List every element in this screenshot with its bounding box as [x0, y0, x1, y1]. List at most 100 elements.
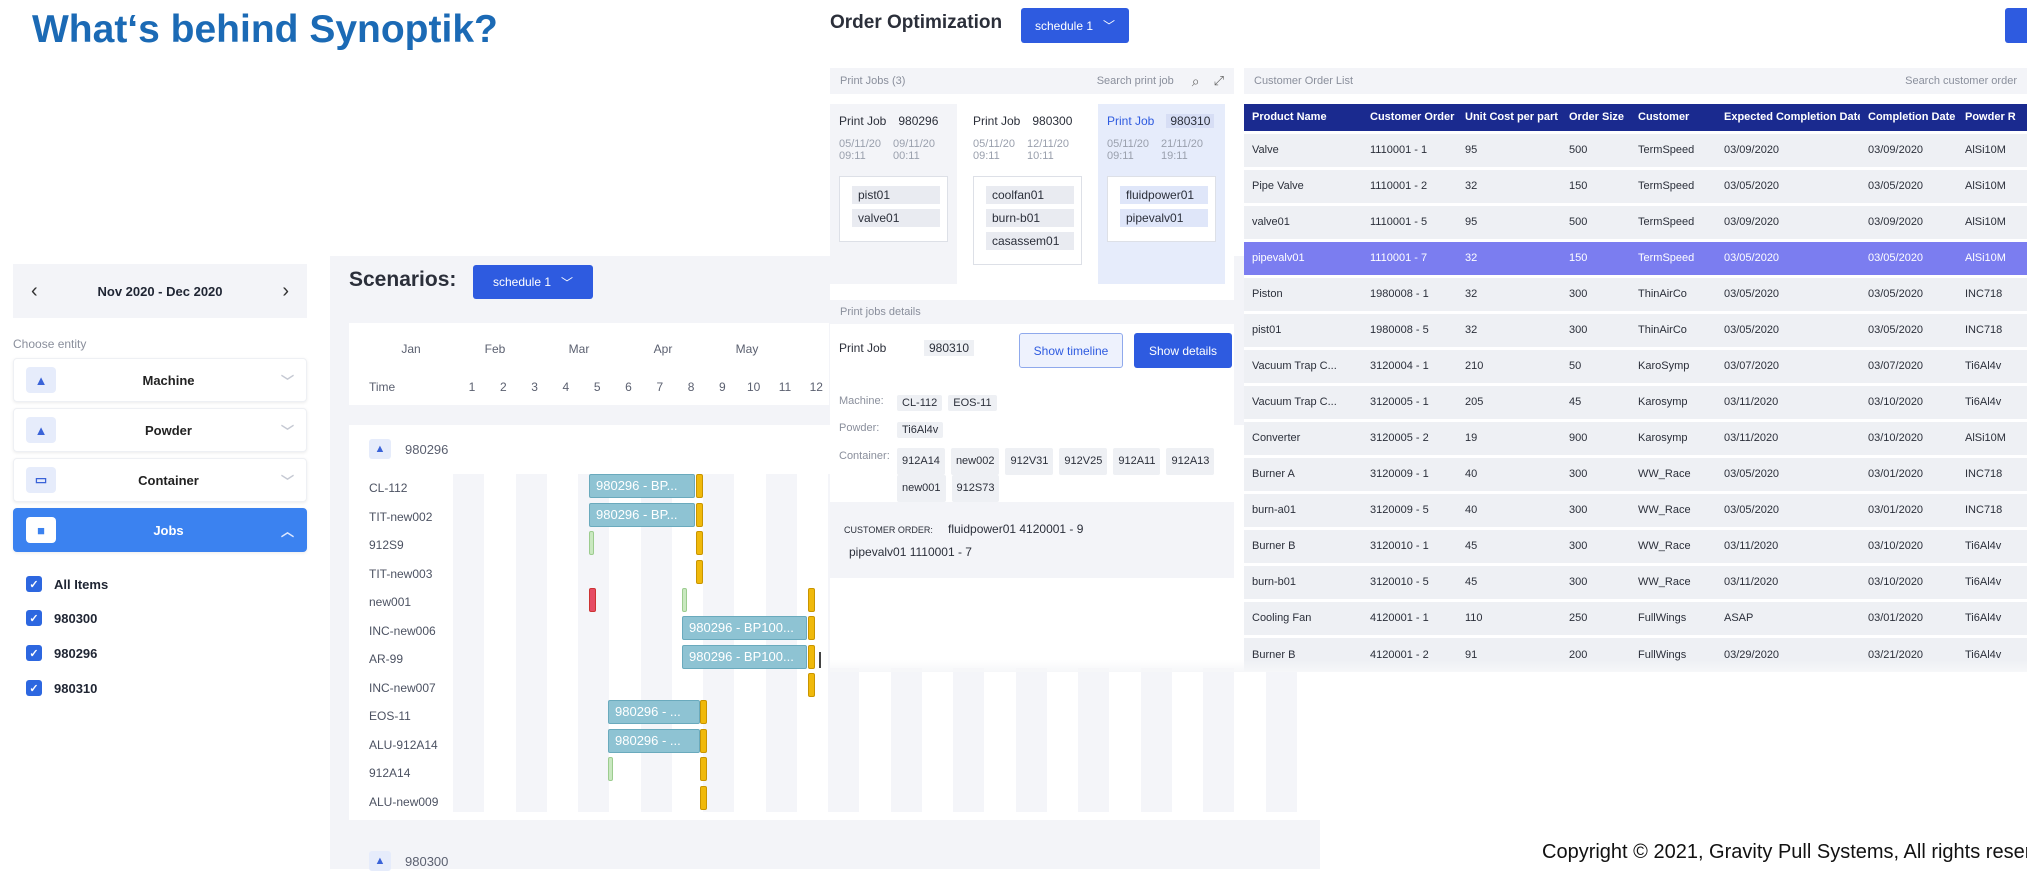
gantt-bar[interactable]: 980296 - BP100...	[682, 645, 807, 669]
table-row[interactable]: Vacuum Trap C... 3120004 - 1 210 50 KaroSymp…	[1244, 346, 2027, 384]
table-cell: ThinAirCo	[1630, 310, 1716, 348]
print-job-id: 980300	[1032, 114, 1073, 128]
part-list: coolfan01 burn-b01 casassem01	[973, 176, 1082, 266]
gantt-bar[interactable]: 980296 - BP...	[589, 503, 695, 527]
gantt-marker[interactable]	[589, 588, 596, 612]
part-item[interactable]: fluidpower01	[1120, 186, 1208, 205]
gantt-bar[interactable]: 980296 - ...	[608, 700, 700, 724]
column-header[interactable]: Order Size	[1561, 104, 1630, 132]
gantt-marker[interactable]	[696, 560, 703, 584]
table-row[interactable]: valve01 1110001 - 5 95 500 TermSpeed 03/09/20…	[1244, 202, 2027, 240]
entity-container[interactable]: ▭ Container ﹀	[13, 458, 307, 502]
show-details-button[interactable]: Show details	[1134, 333, 1232, 368]
day-label: 3	[531, 380, 538, 394]
checkbox-980296[interactable]: ✓ 980296	[26, 645, 97, 661]
container-chips: 912A14 new002 912V31 912V25 912A11 912A13 new0…	[897, 448, 1227, 502]
header-button[interactable]	[2005, 8, 2027, 43]
end-time: 10:11	[1027, 150, 1054, 163]
column-header[interactable]: Unit Cost per part	[1457, 104, 1561, 132]
table-row[interactable]: Cooling Fan 4120001 - 1 110 250 FullWings ASA…	[1244, 598, 2027, 636]
column-header[interactable]: Completion Date	[1860, 104, 1957, 132]
table-cell: Ti6Al4v	[1957, 598, 2027, 636]
part-item[interactable]: coolfan01	[986, 186, 1074, 205]
table-row[interactable]: Burner B 3120010 - 1 45 300 WW_Race 03/11/202…	[1244, 526, 2027, 564]
gantt-marker[interactable]	[700, 700, 707, 724]
print-job-card-selected[interactable]: Print Job 980310 05/11/20 09:11 21/11/20 19:…	[1098, 104, 1225, 284]
table-row[interactable]: Valve 1110001 - 1 95 500 TermSpeed 03/09/2020…	[1244, 130, 2027, 168]
gantt-bar[interactable]: 980296 - BP...	[589, 474, 695, 498]
prev-arrow-icon[interactable]: ‹	[31, 280, 38, 303]
part-item[interactable]: pist01	[852, 186, 940, 205]
search-icon[interactable]: ⌕	[1192, 73, 1200, 90]
table-row[interactable]: Burner A 3120009 - 1 40 300 WW_Race 03/05/202…	[1244, 454, 2027, 492]
gantt-marker[interactable]	[808, 645, 815, 669]
table-cell: 32	[1457, 238, 1561, 276]
gantt-marker[interactable]	[696, 531, 703, 555]
gantt-bar[interactable]: 980296 - ...	[608, 729, 700, 753]
table-row[interactable]: burn-b01 3120010 - 5 45 300 WW_Race 03/11/202…	[1244, 562, 2027, 600]
table-cell: 3120009 - 1	[1362, 454, 1457, 492]
table-row[interactable]: pist01 1980008 - 5 32 300 ThinAirCo 03/05/202…	[1244, 310, 2027, 348]
part-item[interactable]: pipevalv01	[1120, 209, 1208, 228]
gantt-marker[interactable]	[682, 588, 687, 612]
print-job-card[interactable]: Print Job 980300 05/11/20 09:11 12/11/20 10:…	[964, 104, 1091, 284]
table-row-selected[interactable]: pipevalv01 1110001 - 7 32 150 TermSpeed 03/05…	[1244, 238, 2027, 276]
table-cell: 300	[1561, 490, 1630, 528]
gantt-marker[interactable]	[700, 786, 707, 810]
part-item[interactable]: casassem01	[986, 232, 1074, 251]
checkbox-980310[interactable]: ✓ 980310	[26, 680, 97, 696]
powder-chip: Ti6Al4v	[897, 422, 944, 438]
start-date: 05/11/20	[1107, 138, 1150, 150]
schedule-select[interactable]: schedule 1 ﹀	[1021, 8, 1129, 43]
expand-icon[interactable]: ⤢	[1214, 73, 1224, 89]
gantt-marker[interactable]	[700, 757, 707, 781]
gantt-column	[515, 474, 547, 812]
table-cell: 300	[1561, 562, 1630, 600]
gantt-marker[interactable]	[696, 474, 703, 498]
entity-jobs[interactable]: ■ Jobs ︿	[13, 508, 307, 552]
checkbox-all-items[interactable]: ✓ All Items	[26, 576, 108, 592]
month-label: Mar	[568, 342, 590, 356]
table-cell: 03/01/2020	[1860, 598, 1957, 636]
job-group-header[interactable]: ▲ 980296	[369, 439, 448, 459]
gantt-marker[interactable]	[700, 729, 707, 753]
table-row[interactable]: burn-a01 3120009 - 5 40 300 WW_Race 03/05/202…	[1244, 490, 2027, 528]
gantt-marker[interactable]	[808, 673, 815, 697]
show-timeline-button[interactable]: Show timeline	[1019, 333, 1123, 368]
scenario-select[interactable]: schedule 1 ﹀	[473, 265, 593, 299]
part-item[interactable]: burn-b01	[986, 209, 1074, 228]
print-job-card[interactable]: Print Job 980296 05/11/20 09:11 09/11/20 00:…	[830, 104, 957, 284]
table-cell: 40	[1457, 454, 1561, 492]
date-range-label: Nov 2020 - Dec 2020	[97, 283, 223, 299]
gantt-marker[interactable]	[808, 588, 815, 612]
table-cell: 3120005 - 1	[1362, 382, 1457, 420]
gantt-marker[interactable]	[808, 616, 815, 640]
entity-powder[interactable]: ▲ Powder ﹀	[13, 408, 307, 452]
table-cell: Ti6Al4v	[1957, 382, 2027, 420]
print-jobs-label: Print Jobs (3)	[840, 75, 906, 87]
day-label: 6	[625, 380, 632, 394]
table-row[interactable]: Piston 1980008 - 1 32 300 ThinAirCo 03/05/202…	[1244, 274, 2027, 312]
entity-machine[interactable]: ▲ Machine ﹀	[13, 358, 307, 402]
gantt-bar[interactable]: 980296 - BP100...	[682, 616, 807, 640]
checkbox-980300[interactable]: ✓ 980300	[26, 610, 97, 626]
table-row[interactable]: Pipe Valve 1110001 - 2 32 150 TermSpeed 03/05…	[1244, 166, 2027, 204]
column-header[interactable]: Powder R	[1957, 104, 2027, 132]
column-header[interactable]: Customer	[1630, 104, 1716, 132]
table-row[interactable]: Converter 3120005 - 2 19 900 Karosymp 03/11/2…	[1244, 418, 2027, 456]
table-cell: Burner A	[1244, 454, 1362, 492]
column-header[interactable]: Expected Completion Date	[1716, 104, 1860, 132]
job-group-header[interactable]: ▲ 980300	[369, 851, 448, 871]
table-cell: 3120010 - 1	[1362, 526, 1457, 564]
column-header[interactable]: Customer Order	[1362, 104, 1457, 132]
part-item[interactable]: valve01	[852, 209, 940, 228]
print-job-search-input[interactable]: Search print job	[1097, 75, 1174, 87]
next-arrow-icon[interactable]: ›	[282, 280, 289, 303]
table-cell: 03/07/2020	[1716, 346, 1860, 384]
table-row[interactable]: Vacuum Trap C... 3120005 - 1 205 45 Karosymp…	[1244, 382, 2027, 420]
gantt-marker[interactable]	[696, 503, 703, 527]
customer-order-search-input[interactable]: Search customer order	[1905, 75, 2017, 87]
gantt-marker[interactable]	[589, 531, 594, 555]
column-header[interactable]: Product Name	[1244, 104, 1362, 132]
gantt-marker[interactable]	[608, 757, 613, 781]
